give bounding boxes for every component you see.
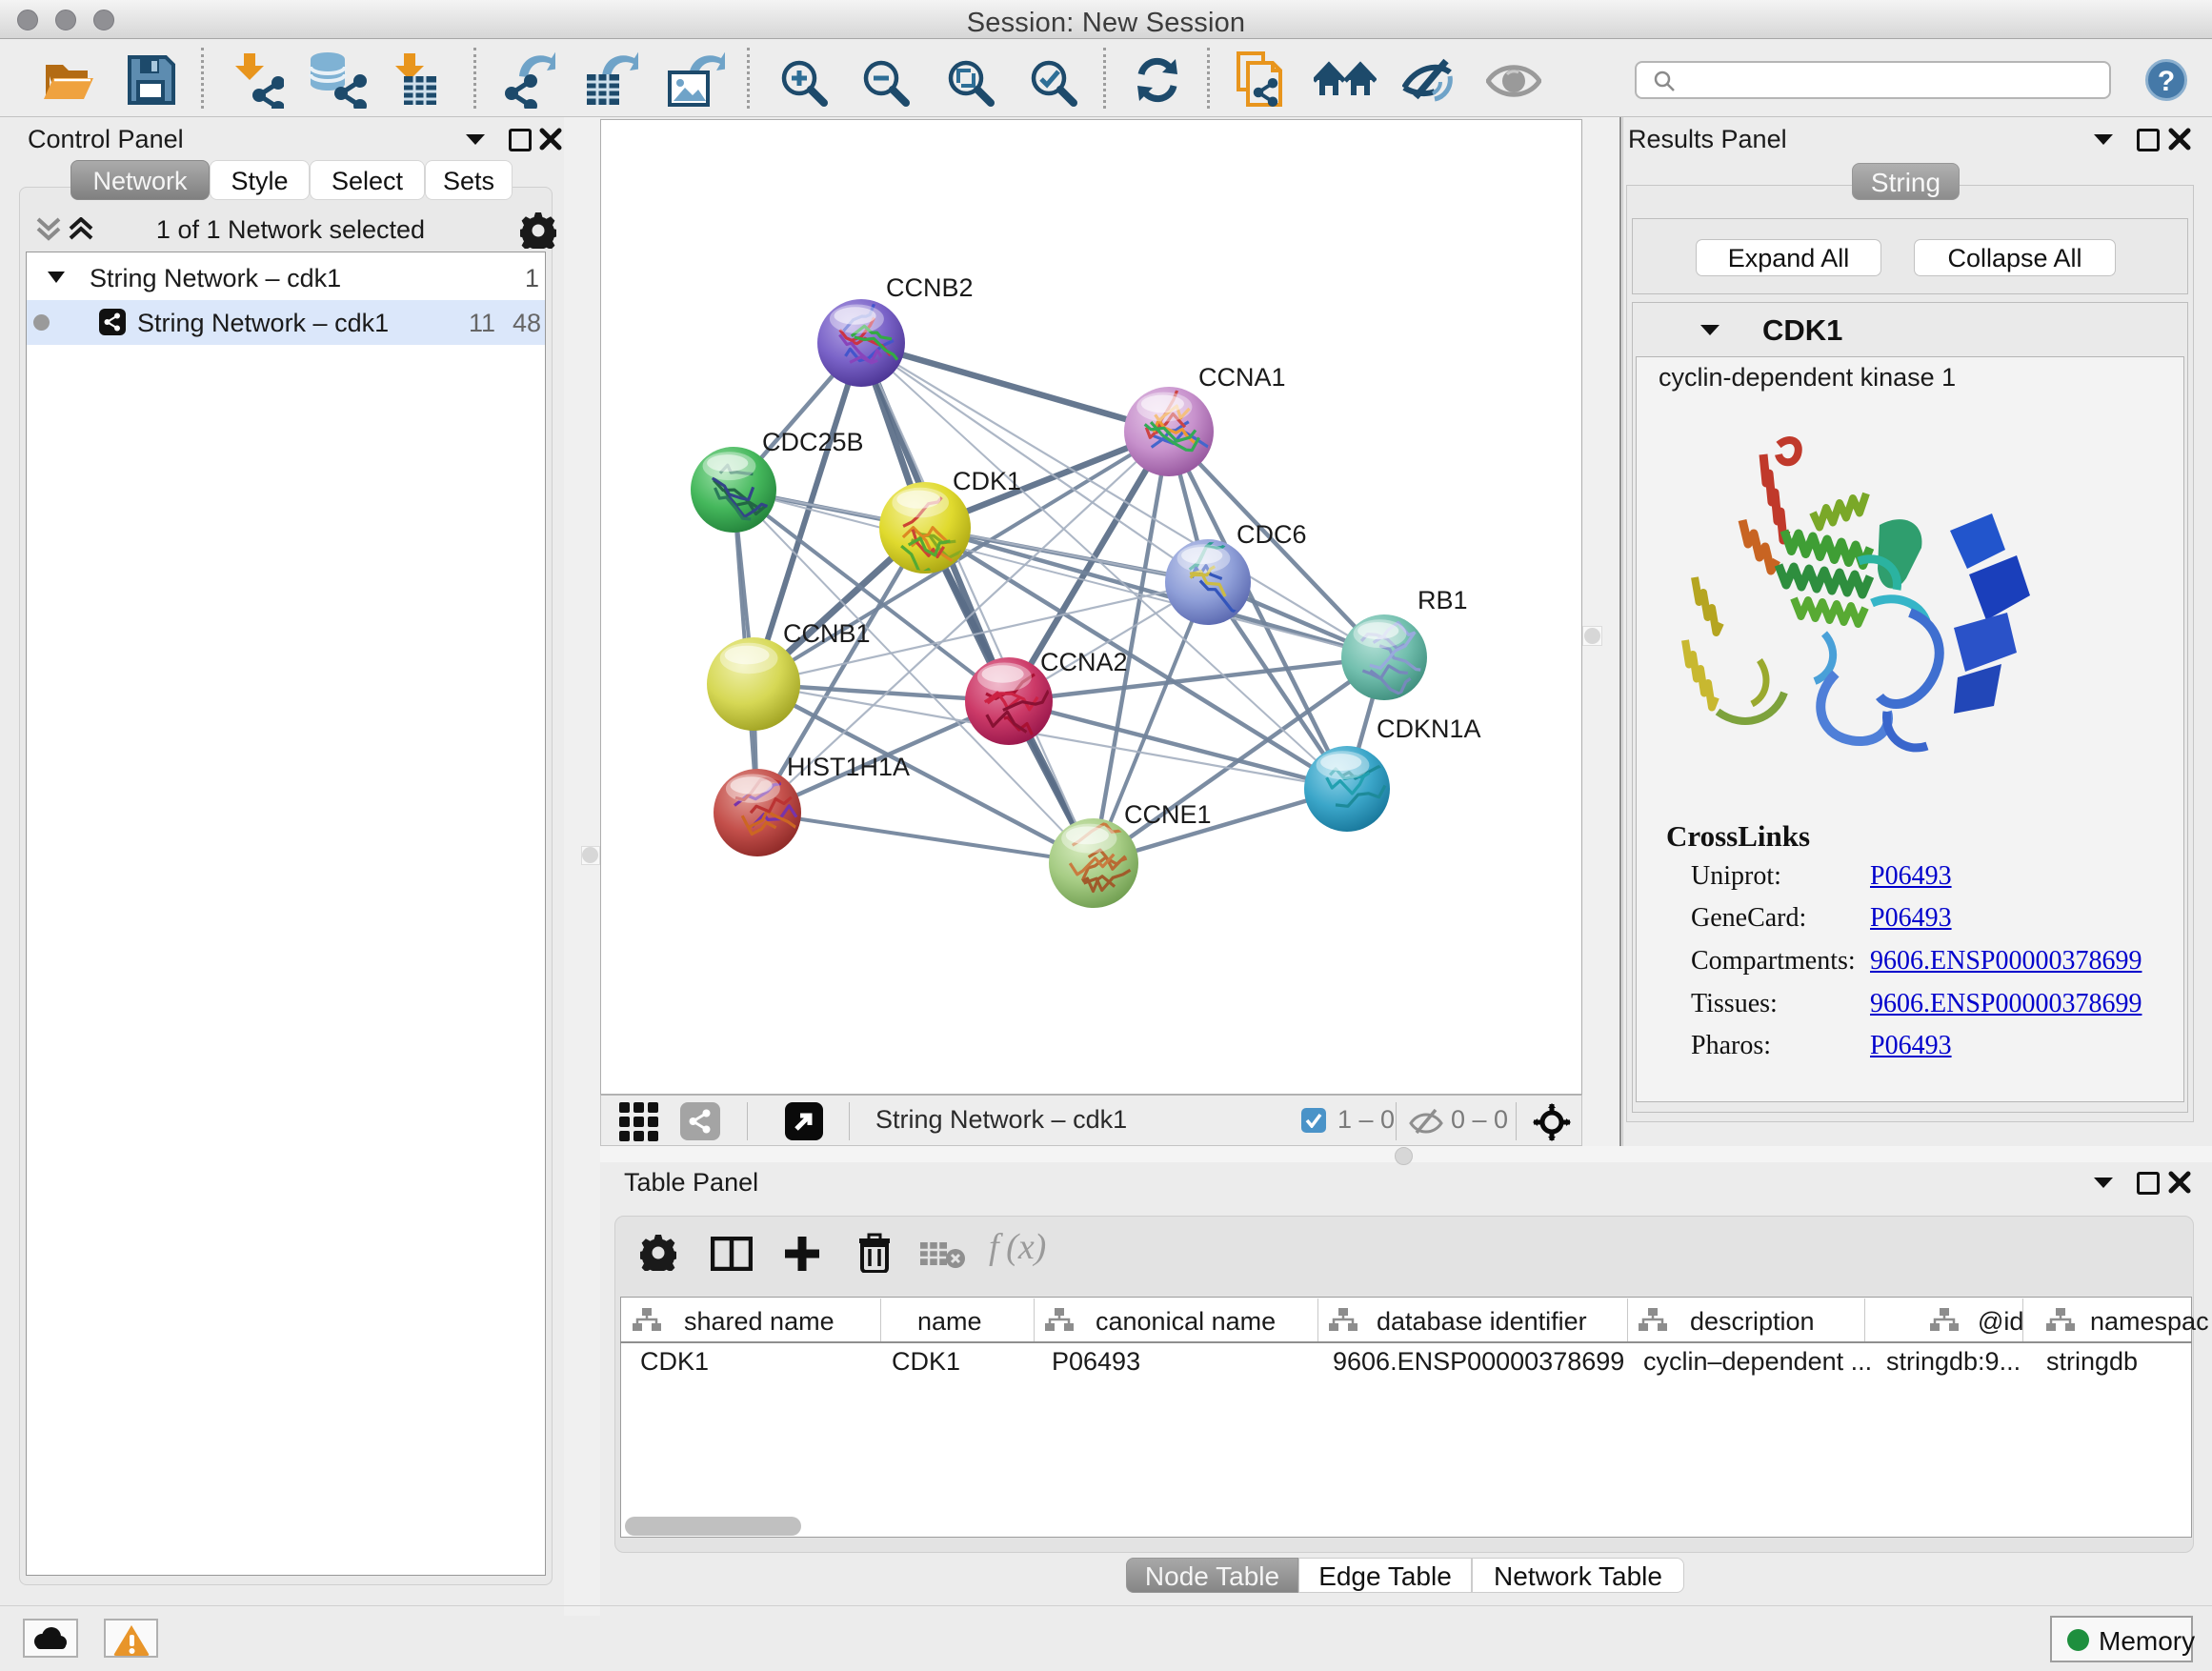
svg-text:RB1: RB1	[1418, 586, 1468, 614]
svg-text:CCNB1: CCNB1	[783, 619, 871, 648]
svg-text:HIST1H1A: HIST1H1A	[787, 753, 910, 781]
svg-text:CDC25B: CDC25B	[762, 428, 864, 456]
svg-text:CCNB2: CCNB2	[886, 273, 974, 302]
svg-text:CDC6: CDC6	[1237, 520, 1307, 549]
svg-text:CDK1: CDK1	[953, 467, 1021, 495]
svg-text:CCNA1: CCNA1	[1198, 363, 1286, 392]
svg-text:CCNA2: CCNA2	[1040, 648, 1128, 676]
svg-text:CCNE1: CCNE1	[1124, 800, 1212, 829]
svg-text:CDKN1A: CDKN1A	[1377, 715, 1481, 743]
